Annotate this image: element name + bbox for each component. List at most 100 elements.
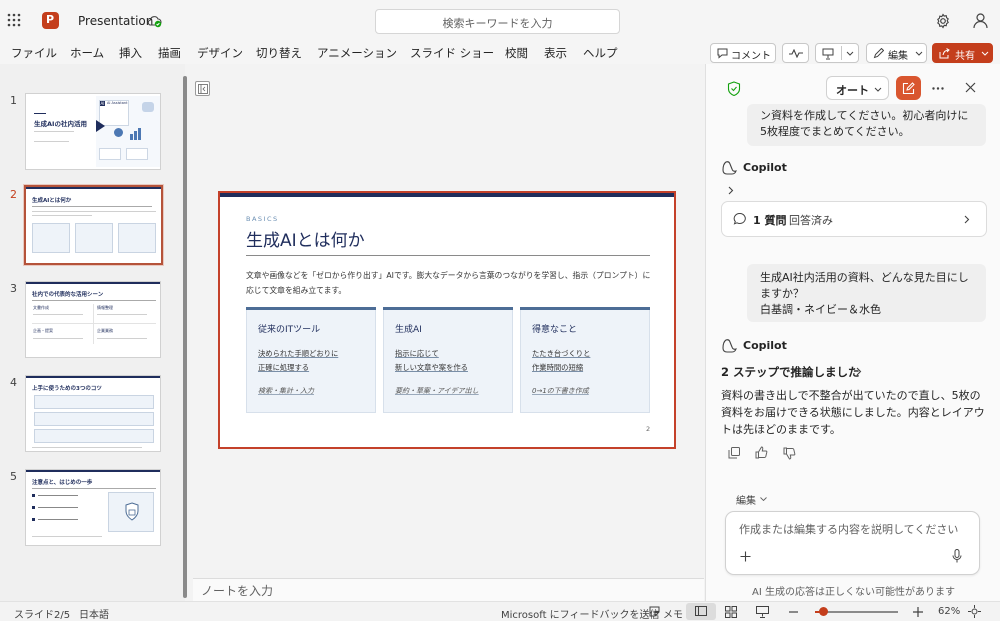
tab-view[interactable]: 表示 (544, 45, 567, 61)
shield-lock-icon (125, 502, 139, 521)
edit-mode-button[interactable]: 編集 (866, 43, 927, 63)
search-input[interactable]: 検索キーワードを入力 (375, 9, 620, 34)
notes-input[interactable]: ノートを入力 (193, 578, 704, 601)
edit-mode-selector[interactable]: 編集 (736, 492, 756, 507)
chevron-down-icon[interactable] (760, 497, 767, 501)
cloud-saved-icon[interactable] (146, 14, 162, 28)
catch-up-button[interactable] (782, 43, 809, 63)
copy-icon[interactable] (728, 447, 740, 459)
tab-draw[interactable]: 描画 (158, 45, 181, 61)
normal-view-icon (695, 606, 707, 616)
text-line (97, 314, 147, 315)
chevron-right-icon (964, 215, 970, 224)
tab-help[interactable]: ヘルプ (583, 45, 618, 61)
add-icon[interactable] (740, 551, 751, 562)
present-button[interactable] (815, 43, 859, 63)
bullet (32, 506, 35, 509)
normal-view-button[interactable] (686, 603, 716, 620)
question-status: 回答済み (789, 214, 833, 227)
current-slide[interactable]: BASICS 生成AIとは何か 文章や画像などを「ゼロから作り出す」AIです。膨… (218, 191, 676, 449)
gear-icon[interactable] (935, 13, 951, 29)
title-band (26, 376, 160, 378)
tab-insert[interactable]: 挿入 (119, 45, 142, 61)
tab-slideshow[interactable]: スライド ショー (410, 45, 494, 61)
questions-answered-card[interactable]: 1 質問 回答済み (721, 201, 987, 237)
collapse-pane-button[interactable] (195, 81, 210, 96)
card-top-border (383, 307, 513, 310)
bullet (32, 518, 35, 521)
title-bar: P Presentation 検索キーワードを入力 (0, 0, 1000, 42)
slide-title[interactable]: 生成AIとは何か (246, 226, 365, 251)
slide-thumbnail-3[interactable]: 社内での代表的な活用シーン 文書作成 情報整理 企画・提案 企業業務 (25, 281, 161, 358)
thumbs-up-icon[interactable] (755, 446, 768, 459)
card-mini (118, 223, 156, 253)
slide-page-number: 2 (646, 425, 651, 433)
tab-transitions[interactable]: 切り替え (256, 45, 302, 61)
language-indicator[interactable]: 日本語 (79, 606, 109, 621)
share-button[interactable]: 共有 (932, 43, 993, 63)
thumbnail-number: 5 (10, 470, 17, 483)
card-line: 指示に応じて (395, 349, 439, 358)
bar-icon (130, 134, 133, 140)
fit-to-window-icon[interactable] (968, 605, 981, 618)
chevron-right-icon[interactable] (856, 367, 862, 376)
card-heading: 従来のITツール (258, 325, 321, 335)
microphone-icon[interactable] (952, 549, 962, 563)
comments-button[interactable]: コメント (710, 43, 776, 63)
thumbnail-number: 2 (10, 188, 17, 201)
tip-row (34, 395, 154, 409)
slide-thumbnail-1[interactable]: 生成AIの社内活用 AI AI Assistant (25, 93, 161, 170)
text-line (97, 338, 147, 339)
prompt-placeholder: 作成または編集する内容を説明してください (739, 523, 959, 536)
chevron-right-icon[interactable] (728, 186, 734, 195)
document-title[interactable]: Presentation (78, 14, 153, 28)
slide-kicker: BASICS (246, 215, 279, 223)
chevron-down-icon[interactable] (846, 51, 854, 56)
tab-design[interactable]: デザイン (197, 45, 243, 61)
copilot-prompt-input[interactable]: 作成または編集する内容を説明してください (725, 511, 980, 575)
bar-icon (134, 131, 137, 140)
mode-dropdown[interactable]: オート (826, 76, 889, 100)
thumbs-down-icon[interactable] (783, 447, 796, 460)
slide-thumbnail-2[interactable]: 生成AIとは何か (24, 185, 163, 265)
text-line (32, 215, 92, 216)
comparison-card[interactable]: 得意なこと たたき台づくりと 作業時間の短縮 0→1の下書き作成 (520, 307, 650, 413)
reasoning-toggle[interactable]: 2 ステップで推論しました (721, 364, 860, 380)
slide-thumbnail-4[interactable]: 上手に使うための3つのコツ (25, 375, 161, 452)
account-icon[interactable] (972, 12, 989, 29)
zoom-slider-thumb[interactable] (818, 607, 828, 616)
notes-toggle[interactable]: メモ (663, 606, 683, 621)
title-rule (32, 488, 156, 489)
slideshow-icon[interactable] (756, 606, 769, 618)
tab-file[interactable]: ファイル (11, 45, 57, 61)
zoom-level[interactable]: 62% (938, 606, 960, 617)
card-top-border (520, 307, 650, 310)
new-chat-button[interactable] (896, 76, 921, 100)
copilot-name: Copilot (743, 339, 787, 352)
divider (93, 304, 94, 344)
ai-reply-line: 資料をお届けできる状態にしました。内容とレイアウ (721, 406, 985, 419)
comparison-card[interactable]: 生成AI 指示に応じて 新しい文章や案を作る 要約・草案・アイデア出し (383, 307, 513, 413)
scene-label: 文書作成 (33, 305, 49, 310)
more-options-icon[interactable] (932, 87, 944, 90)
zoom-in-icon[interactable] (913, 607, 923, 617)
tab-review[interactable]: 校閲 (505, 45, 528, 61)
feedback-link[interactable]: Microsoft にフィードバックを送信 (501, 606, 660, 621)
ai-illustration: AI AI Assistant (96, 96, 160, 167)
notes-icon[interactable] (649, 606, 660, 617)
tab-home[interactable]: ホーム (70, 45, 104, 61)
slide-intro-text[interactable]: 文章や画像などを「ゼロから作り出す」AIです。膨大なデータから言葉のつながりを学… (246, 268, 656, 298)
zoom-out-icon[interactable] (789, 611, 798, 613)
close-icon[interactable] (965, 82, 976, 93)
scene-label: 企業業務 (97, 328, 113, 333)
app-launcher-icon[interactable] (7, 13, 21, 27)
card-note: 検索・集計・入力 (258, 387, 314, 395)
slide-thumbnail-5[interactable]: 注意点と、はじめの一歩 (25, 469, 161, 546)
scene-label: 企画・提案 (33, 328, 53, 333)
slide-sorter-icon[interactable] (725, 606, 737, 618)
tip-row (34, 429, 154, 443)
thumbnail-scrollbar[interactable] (183, 76, 187, 598)
comparison-card[interactable]: 従来のITツール 決められた手順どおりに 正確に処理する 検索・集計・入力 (246, 307, 376, 413)
shield-check-icon[interactable] (727, 81, 741, 96)
tab-animations[interactable]: アニメーション (317, 45, 397, 61)
